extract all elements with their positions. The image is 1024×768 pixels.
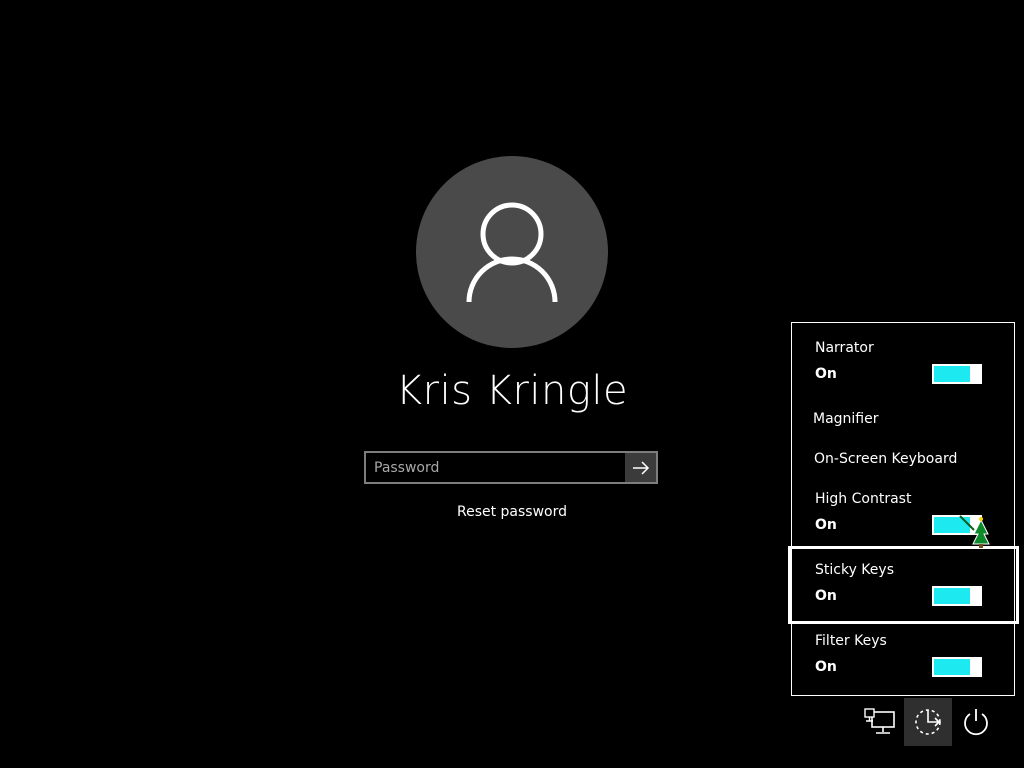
cursor-icon [959, 515, 990, 548]
reset-password-link[interactable]: Reset password [412, 504, 612, 520]
filter-keys-toggle[interactable] [932, 657, 982, 677]
narrator-toggle[interactable] [932, 364, 982, 384]
password-field-box [364, 451, 658, 484]
ease-of-access-menu: Narrator On Magnifier On-Screen Keyboard… [791, 322, 1015, 696]
filter-keys-label: Filter Keys [815, 633, 887, 649]
network-icon [864, 708, 895, 734]
high-contrast-label: High Contrast [815, 491, 912, 507]
sticky-keys-label: Sticky Keys [815, 562, 894, 578]
on-screen-keyboard-label: On-Screen Keyboard [814, 451, 958, 467]
avatar [416, 156, 608, 348]
network-button[interactable] [856, 698, 904, 746]
power-icon [964, 709, 988, 736]
ease-of-access-button[interactable] [904, 698, 952, 746]
user-icon [466, 202, 558, 303]
submit-button[interactable] [625, 453, 656, 482]
narrator-label: Narrator [815, 340, 874, 356]
narrator-state: On [815, 366, 837, 382]
filter-keys-state: On [815, 659, 837, 675]
sticky-keys-state: On [815, 588, 837, 604]
sticky-keys-toggle[interactable] [932, 586, 982, 606]
magnifier-label: Magnifier [813, 411, 879, 427]
user-name: Kris Kringle [395, 368, 629, 414]
ease-of-access-icon [915, 709, 941, 735]
high-contrast-state: On [815, 517, 837, 533]
power-button[interactable] [952, 698, 1000, 746]
arrow-right-icon [632, 460, 649, 475]
password-input[interactable] [366, 453, 628, 482]
